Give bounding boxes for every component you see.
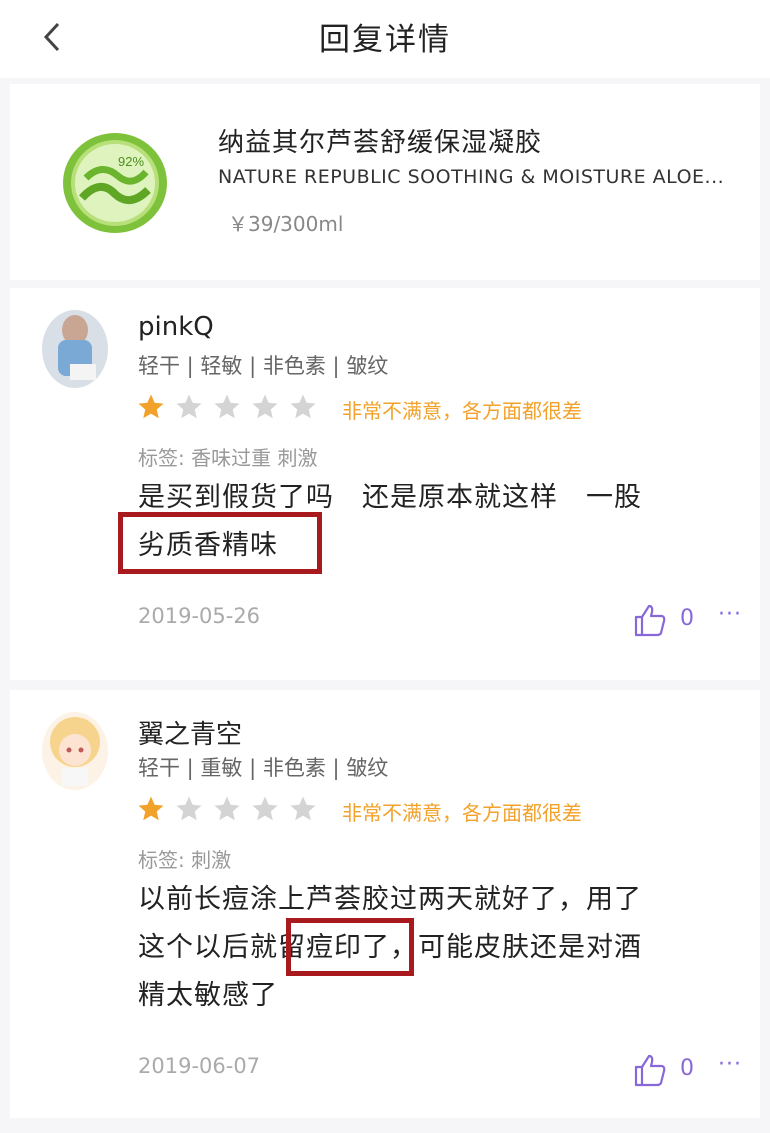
review-card: 翼之青空 轻干 | 重敏 | 非色素 | 皱纹 非常不满意，各方面都很差 标签:… <box>10 690 760 1118</box>
star-empty-icon <box>290 796 316 821</box>
svg-text:92%: 92% <box>118 154 144 169</box>
review-date: 2019-06-07 <box>138 1054 261 1078</box>
review-tags: 标签: 刺激 <box>138 848 232 872</box>
rating-text: 非常不满意，各方面都很差 <box>342 399 582 423</box>
product-card[interactable]: 92% 纳益其尔芦荟舒缓保湿凝胶 NATURE REPUBLIC SOOTHIN… <box>10 84 760 280</box>
like-count: 0 <box>680 606 694 631</box>
highlight-box <box>118 512 322 574</box>
review-date: 2019-05-26 <box>138 604 261 628</box>
avatar[interactable] <box>42 712 108 790</box>
top-bar: 回复详情 <box>0 0 770 78</box>
star-empty-icon <box>214 394 240 419</box>
thumbs-up-icon[interactable] <box>632 1052 668 1088</box>
skin-type: 轻干 | 重敏 | 非色素 | 皱纹 <box>138 756 389 780</box>
review-text: 以前长痘涂上芦荟胶过两天就好了，用了 这个以后就留痘印了，可能皮肤还是对酒 精太… <box>138 876 738 1020</box>
more-options-icon[interactable]: ··· <box>718 1052 742 1077</box>
product-name: 纳益其尔芦荟舒缓保湿凝胶 <box>218 128 543 158</box>
star-empty-icon <box>214 796 240 821</box>
star-empty-icon <box>176 394 202 419</box>
username[interactable]: pinkQ <box>138 312 214 342</box>
product-english-name: NATURE REPUBLIC SOOTHING & MOISTURE ALOE… <box>218 166 725 188</box>
star-empty-icon <box>176 796 202 821</box>
star-empty-icon <box>252 796 278 821</box>
avatar[interactable] <box>42 310 108 388</box>
review-text-line: 精太敏感了 <box>138 980 278 1011</box>
review-text-line: 这个以后就留痘印了，可能皮肤还是对酒 <box>138 932 642 963</box>
review-text-line: 以前长痘涂上芦荟胶过两天就好了，用了 <box>138 884 642 915</box>
skin-type: 轻干 | 轻敏 | 非色素 | 皱纹 <box>138 354 389 378</box>
page-title: 回复详情 <box>319 22 451 58</box>
highlight-box <box>286 918 414 976</box>
star-filled-icon <box>138 394 164 419</box>
like-count: 0 <box>680 1056 694 1081</box>
more-options-icon[interactable]: ··· <box>718 602 742 627</box>
rating-text: 非常不满意，各方面都很差 <box>342 801 582 825</box>
star-empty-icon <box>290 394 316 419</box>
review-tags: 标签: 香味过重 刺激 <box>138 446 318 470</box>
product-image: 92% <box>63 133 167 233</box>
star-empty-icon <box>252 394 278 419</box>
review-card: pinkQ 轻干 | 轻敏 | 非色素 | 皱纹 非常不满意，各方面都很差 标签… <box>10 288 760 680</box>
username[interactable]: 翼之青空 <box>138 714 242 751</box>
star-filled-icon <box>138 796 164 821</box>
thumbs-up-icon[interactable] <box>632 602 668 638</box>
product-price: ￥39/300ml <box>228 212 344 236</box>
